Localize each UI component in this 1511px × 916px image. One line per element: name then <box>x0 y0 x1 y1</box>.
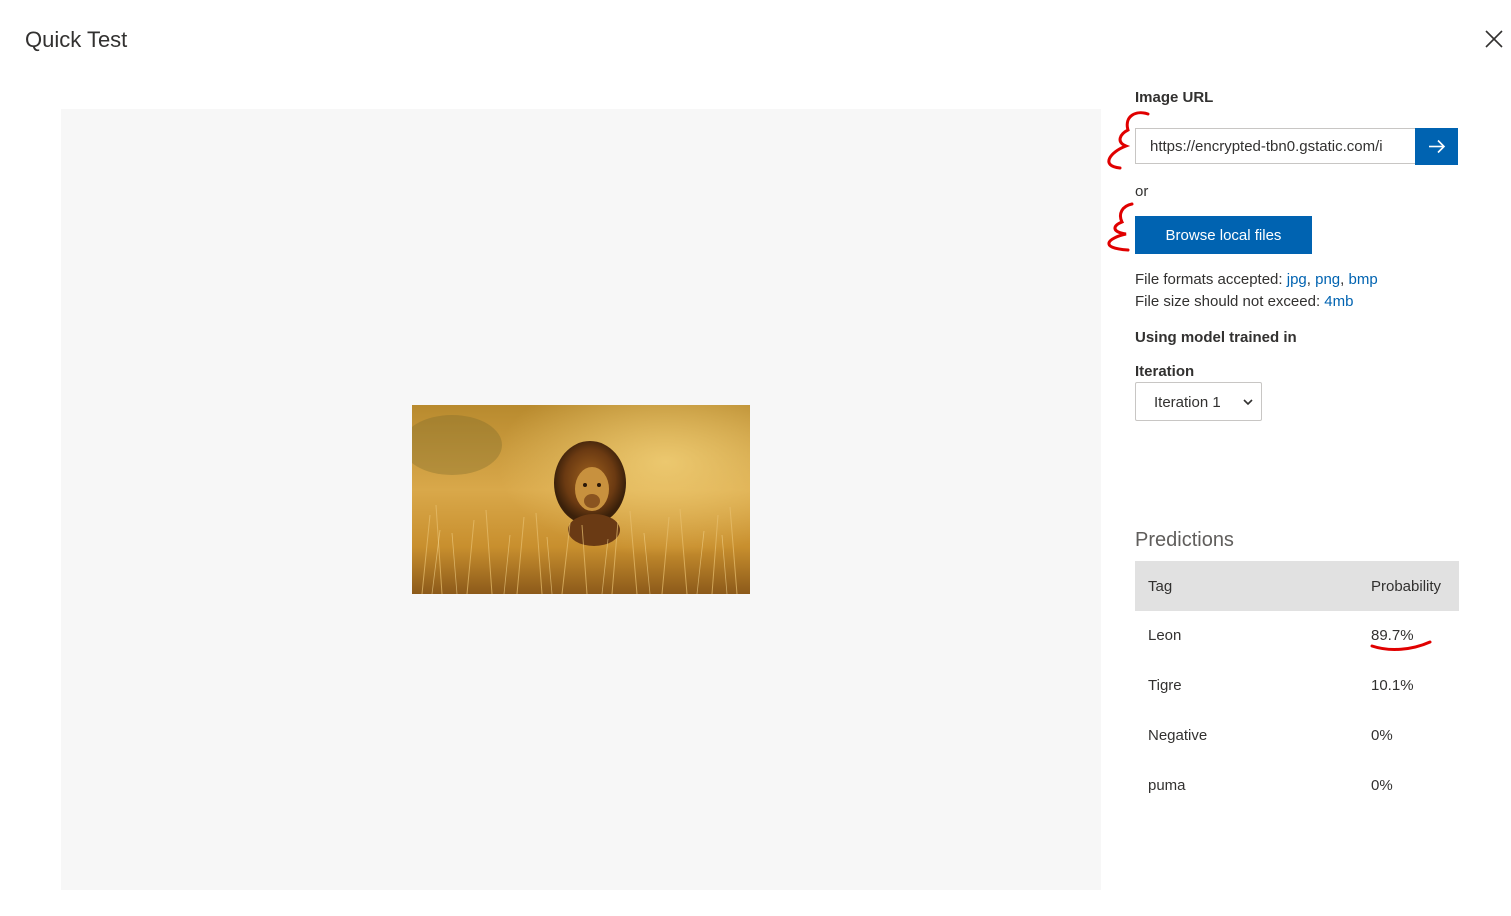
prediction-tag: Negative <box>1148 727 1208 744</box>
dialog-title: Quick Test <box>25 27 128 52</box>
prediction-tag: puma <box>1148 777 1186 794</box>
table-row: Tigre 10.1% <box>1135 661 1459 711</box>
format-png-link[interactable]: png <box>1315 271 1340 288</box>
predictions-title: Predictions <box>1135 529 1234 551</box>
image-url-input[interactable] <box>1135 128 1415 164</box>
iteration-selected-value: Iteration 1 <box>1154 394 1221 411</box>
prediction-probability: 0% <box>1371 777 1393 794</box>
submit-url-button[interactable] <box>1415 128 1458 165</box>
column-header-tag: Tag <box>1148 578 1173 595</box>
browse-local-files-button[interactable]: Browse local files <box>1135 216 1312 254</box>
image-url-label: Image URL <box>1135 89 1214 106</box>
table-row: Negative 0% <box>1135 711 1459 761</box>
file-size-line: File size should not exceed: 4mb <box>1135 293 1353 310</box>
prediction-probability: 89.7% <box>1371 627 1414 644</box>
table-header: Tag Probability <box>1135 561 1459 611</box>
prediction-tag: Tigre <box>1148 677 1182 694</box>
column-header-probability: Probability <box>1371 578 1442 595</box>
prediction-probability: 0% <box>1371 727 1393 744</box>
iteration-label: Iteration <box>1135 363 1195 380</box>
file-size-link[interactable]: 4mb <box>1324 293 1353 310</box>
predictions-table: Tag Probability Leon 89.7% Tigre 10.1% N… <box>1135 561 1459 811</box>
file-formats-prefix: File formats accepted: <box>1135 271 1287 288</box>
chevron-down-icon <box>1243 399 1253 406</box>
file-size-prefix: File size should not exceed: <box>1135 293 1325 310</box>
table-row: puma 0% <box>1135 761 1459 811</box>
prediction-probability: 10.1% <box>1371 677 1414 694</box>
image-preview-area <box>61 109 1101 890</box>
file-formats-line: File formats accepted: jpg, png, bmp <box>1135 271 1378 288</box>
close-icon <box>1485 30 1503 48</box>
iteration-dropdown[interactable]: Iteration 1 <box>1135 382 1262 421</box>
prediction-tag: Leon <box>1148 627 1182 644</box>
format-bmp-link[interactable]: bmp <box>1348 271 1377 288</box>
model-label: Using model trained in <box>1135 329 1297 346</box>
or-separator: or <box>1135 183 1149 200</box>
arrow-right-icon <box>1429 139 1446 154</box>
lion-photo <box>412 405 750 594</box>
close-button[interactable] <box>1479 24 1509 54</box>
format-jpg-link[interactable]: jpg <box>1287 271 1307 288</box>
test-panel: Image URL or Browse local files File for… <box>1135 0 1465 916</box>
table-row: Leon 89.7% <box>1135 611 1459 661</box>
